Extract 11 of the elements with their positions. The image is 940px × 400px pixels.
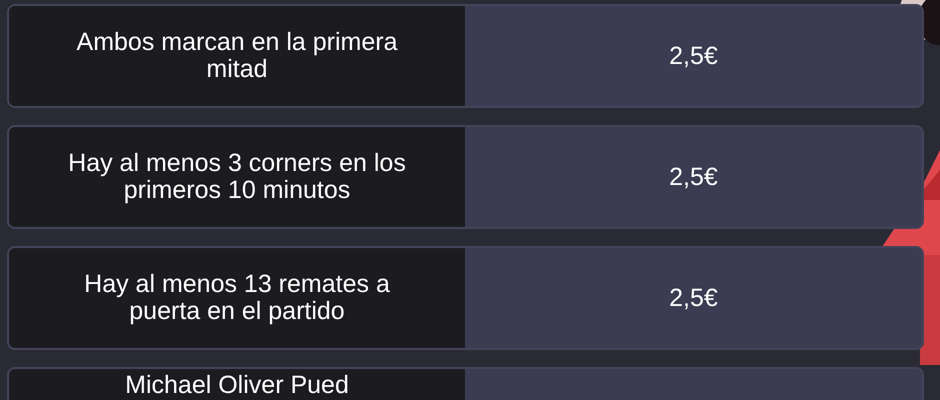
bet-description: Hay al menos 3 corners en los primeros 10 minutos: [67, 150, 407, 204]
bet-description: Michael Oliver Pued: [125, 372, 349, 399]
bet-price: 2,5€: [669, 162, 718, 192]
bet-description: Hay al menos 13 remates a puerta en el partido: [83, 271, 391, 325]
bet-card[interactable]: Ambos marcan en la primera mitad 2,5€: [7, 4, 924, 108]
bet-price: 2,5€: [669, 284, 718, 312]
bet-card[interactable]: Hay al menos 13 remates a puerta en el partido 2,5€: [7, 246, 924, 350]
bet-description: Ambos marcan en la primera mitad: [76, 29, 398, 83]
bet-card[interactable]: Michael Oliver Pued: [7, 367, 924, 400]
bet-price: 2,5€: [669, 42, 718, 70]
bet-card[interactable]: Hay al menos 3 corners en los primeros 10 minutos 2,5€: [7, 125, 924, 229]
